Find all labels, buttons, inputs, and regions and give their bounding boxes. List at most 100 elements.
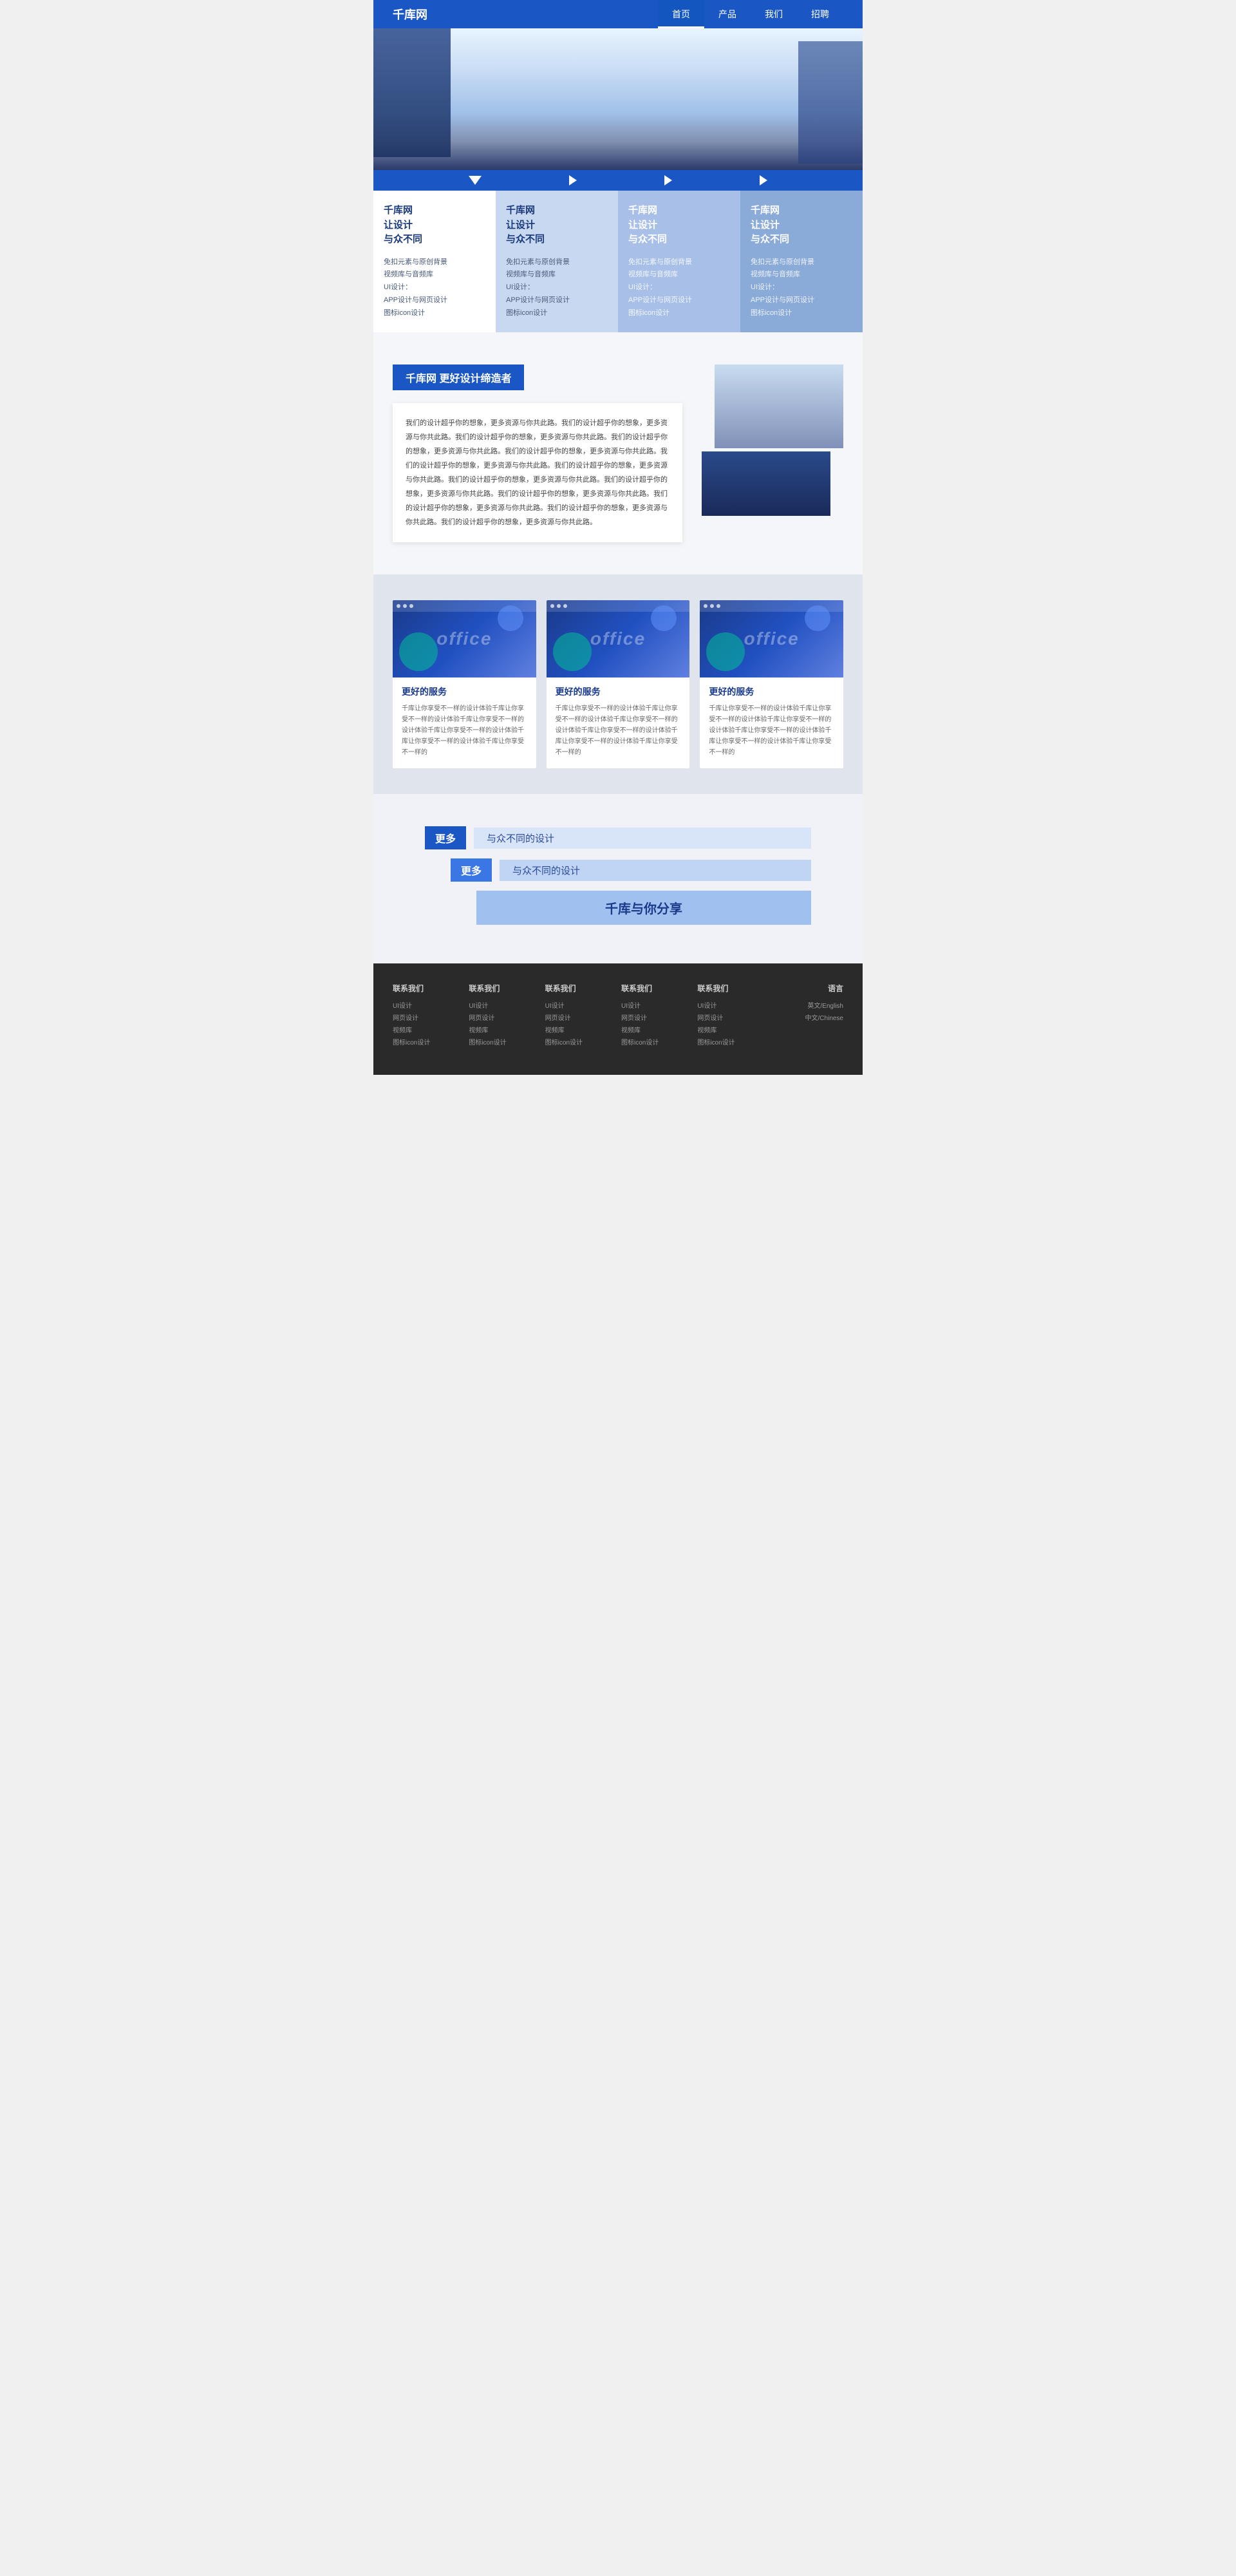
nav-link-home[interactable]: 首页 (658, 0, 704, 28)
footer-col-item-3-1[interactable]: UI设计 (545, 1000, 615, 1012)
service-card-3: office 更好的服务 千库让你享受不一样的设计体验千库让你享受不一样的设计体… (700, 600, 843, 768)
office-text-1: office (436, 629, 492, 649)
feature-title-4: 千库网 让设计 与众不同 (751, 204, 852, 247)
feature-desc-4: 免扣元素与原创背景 视频库与音频库 UI设计： APP设计与网页设计 图标ico… (751, 256, 852, 320)
footer-col-item-1-1[interactable]: UI设计 (393, 1000, 462, 1012)
service-card-body-1: 更好的服务 千库让你享受不一样的设计体验千库让你享受不一样的设计体验千库让你享受… (393, 677, 536, 768)
promo-row-1: 更多 与众不同的设计 (425, 826, 811, 849)
footer-col-item-2-3[interactable]: 视频库 (469, 1025, 538, 1037)
footer-col-item-4-2[interactable]: 网页设计 (621, 1012, 691, 1025)
feature-card-4: 千库网 让设计 与众不同 免扣元素与原创背景 视频库与音频库 UI设计： APP… (740, 191, 863, 332)
features-arrows (373, 170, 863, 191)
hero-section (373, 28, 863, 170)
office-text-2: office (590, 629, 646, 649)
features-grid: 千库网 让设计 与众不同 免扣元素与原创背景 视频库与音频库 UI设计： APP… (373, 191, 863, 332)
service-desc-2: 千库让你享受不一样的设计体验千库让你享受不一样的设计体验千库让你享受不一样的设计… (556, 703, 681, 758)
arrow-right-icon-1 (569, 175, 577, 185)
footer-col-item-2-4[interactable]: 图标icon设计 (469, 1037, 538, 1049)
about-section: 千库网 更好设计缔造者 我们的设计超乎你的想象，更多资源与你共此路。我们的设计超… (373, 332, 863, 574)
features-section: 千库网 让设计 与众不同 免扣元素与原创背景 视频库与音频库 UI设计： APP… (373, 170, 863, 332)
nav-links: 首页 产品 我们 招聘 (658, 0, 843, 28)
service-desc-1: 千库让你享受不一样的设计体验千库让你享受不一样的设计体验千库让你享受不一样的设计… (402, 703, 527, 758)
services-grid: office 更好的服务 千库让你享受不一样的设计体验千库让你享受不一样的设计体… (393, 600, 843, 768)
nav-link-jobs[interactable]: 招聘 (797, 0, 843, 28)
promo-row-2: 更多 与众不同的设计 (425, 858, 811, 882)
footer-col-lang: 语言 英文/English 中文/Chinese (774, 983, 843, 1049)
service-card-image-2: office (547, 600, 690, 677)
service-card-image-inner-1: office (393, 600, 536, 677)
footer-col-item-2-2[interactable]: 网页设计 (469, 1012, 538, 1025)
footer-col-item-1-2[interactable]: 网页设计 (393, 1012, 462, 1025)
navigation: 千库网 首页 产品 我们 招聘 (373, 0, 863, 28)
footer-col-item-1-3[interactable]: 视频库 (393, 1025, 462, 1037)
service-desc-3: 千库让你享受不一样的设计体验千库让你享受不一样的设计体验千库让你享受不一样的设计… (709, 703, 834, 758)
nav-link-products[interactable]: 产品 (704, 0, 751, 28)
footer-grid: 联系我们 UI设计 网页设计 视频库 图标icon设计 联系我们 UI设计 网页… (393, 983, 843, 1049)
arrow-right-icon-2 (664, 175, 672, 185)
footer-col-item-5-1[interactable]: UI设计 (697, 1000, 767, 1012)
footer-col-item-4-1[interactable]: UI设计 (621, 1000, 691, 1012)
office-text-3: office (744, 629, 800, 649)
promo-badge-2: 更多 (451, 858, 492, 882)
about-text-area: 千库网 更好设计缔造者 我们的设计超乎你的想象，更多资源与你共此路。我们的设计超… (393, 365, 682, 542)
about-image-area (702, 365, 843, 516)
promo-row-3: 千库与你分享 (476, 891, 811, 925)
feature-desc-3: 免扣元素与原创背景 视频库与音频库 UI设计： APP设计与网页设计 图标ico… (628, 256, 730, 320)
promo-section: 更多 与众不同的设计 更多 与众不同的设计 千库与你分享 (373, 794, 863, 963)
hero-building-left (373, 28, 451, 157)
service-card-1: office 更好的服务 千库让你享受不一样的设计体验千库让你享受不一样的设计体… (393, 600, 536, 768)
service-card-image-inner-2: office (547, 600, 690, 677)
feature-desc-1: 免扣元素与原创背景 视频库与音频库 UI设计： APP设计与网页设计 图标ico… (384, 256, 485, 320)
nav-link-about[interactable]: 我们 (751, 0, 797, 28)
service-card-body-2: 更好的服务 千库让你享受不一样的设计体验千库让你享受不一样的设计体验千库让你享受… (547, 677, 690, 768)
promo-row3-text: 千库与你分享 (605, 902, 682, 916)
feature-card-3: 千库网 让设计 与众不同 免扣元素与原创背景 视频库与音频库 UI设计： APP… (618, 191, 740, 332)
promo-text-1: 与众不同的设计 (474, 828, 811, 849)
footer-lang-title: 语言 (774, 983, 843, 994)
feature-card-2: 千库网 让设计 与众不同 免扣元素与原创背景 视频库与音频库 UI设计： APP… (496, 191, 618, 332)
footer-col-1: 联系我们 UI设计 网页设计 视频库 图标icon设计 (393, 983, 462, 1049)
footer: 联系我们 UI设计 网页设计 视频库 图标icon设计 联系我们 UI设计 网页… (373, 963, 863, 1075)
footer-col-2: 联系我们 UI设计 网页设计 视频库 图标icon设计 (469, 983, 538, 1049)
footer-col-title-2: 联系我们 (469, 983, 538, 994)
footer-col-item-3-3[interactable]: 视频库 (545, 1025, 615, 1037)
footer-col-item-5-4[interactable]: 图标icon设计 (697, 1037, 767, 1049)
footer-col-item-3-2[interactable]: 网页设计 (545, 1012, 615, 1025)
feature-title-1: 千库网 让设计 与众不同 (384, 204, 485, 247)
footer-col-item-5-3[interactable]: 视频库 (697, 1025, 767, 1037)
service-card-image-3: office (700, 600, 843, 677)
footer-col-title-5: 联系我们 (697, 983, 767, 994)
arrow-down-icon (469, 176, 482, 185)
footer-col-item-3-4[interactable]: 图标icon设计 (545, 1037, 615, 1049)
footer-col-title-3: 联系我们 (545, 983, 615, 994)
nav-logo: 千库网 (393, 6, 427, 23)
footer-col-item-4-3[interactable]: 视频库 (621, 1025, 691, 1037)
service-title-3: 更好的服务 (709, 685, 834, 698)
feature-card-1: 千库网 让设计 与众不同 免扣元素与原创背景 视频库与音频库 UI设计： APP… (373, 191, 496, 332)
service-card-body-3: 更好的服务 千库让你享受不一样的设计体验千库让你享受不一样的设计体验千库让你享受… (700, 677, 843, 768)
service-card-2: office 更好的服务 千库让你享受不一样的设计体验千库让你享受不一样的设计体… (547, 600, 690, 768)
footer-col-item-1-4[interactable]: 图标icon设计 (393, 1037, 462, 1049)
footer-col-4: 联系我们 UI设计 网页设计 视频库 图标icon设计 (621, 983, 691, 1049)
footer-lang-english[interactable]: 英文/English (774, 1000, 843, 1012)
footer-col-item-2-1[interactable]: UI设计 (469, 1000, 538, 1012)
service-card-image-1: office (393, 600, 536, 677)
footer-col-title-1: 联系我们 (393, 983, 462, 994)
hero-building-right (798, 41, 863, 164)
service-title-2: 更好的服务 (556, 685, 681, 698)
footer-lang-chinese[interactable]: 中文/Chinese (774, 1012, 843, 1025)
footer-col-3: 联系我们 UI设计 网页设计 视频库 图标icon设计 (545, 983, 615, 1049)
about-desc: 我们的设计超乎你的想象，更多资源与你共此路。我们的设计超乎你的想象，更多资源与你… (393, 403, 682, 542)
arrow-right-icon-3 (760, 175, 767, 185)
service-title-1: 更好的服务 (402, 685, 527, 698)
feature-title-3: 千库网 让设计 与众不同 (628, 204, 730, 247)
promo-text-2: 与众不同的设计 (500, 860, 811, 881)
about-title: 千库网 更好设计缔造者 (393, 365, 524, 390)
footer-col-item-4-4[interactable]: 图标icon设计 (621, 1037, 691, 1049)
about-img-top (715, 365, 843, 448)
footer-col-5: 联系我们 UI设计 网页设计 视频库 图标icon设计 (697, 983, 767, 1049)
about-img-bottom (702, 451, 830, 516)
services-section: office 更好的服务 千库让你享受不一样的设计体验千库让你享受不一样的设计体… (373, 574, 863, 794)
service-card-image-inner-3: office (700, 600, 843, 677)
footer-col-item-5-2[interactable]: 网页设计 (697, 1012, 767, 1025)
